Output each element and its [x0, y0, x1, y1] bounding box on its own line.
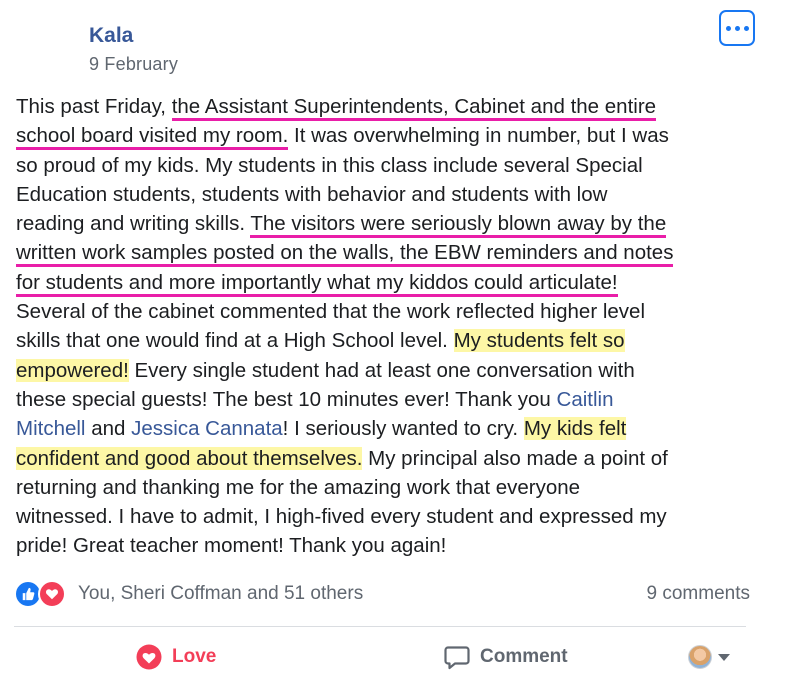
text-segment: Every single student had at least one co… — [128, 358, 635, 382]
more-options-icon-dot — [734, 25, 740, 31]
text-segment: My principal also made a point of — [362, 446, 668, 470]
post-line: Several of the cabinet commented that th… — [16, 297, 756, 326]
text-segment: witnessed. I have to admit, I high-fived… — [16, 505, 667, 529]
more-options-icon-dot — [743, 25, 749, 31]
post-date[interactable]: 9 February — [89, 54, 178, 75]
text-segment: and — [85, 417, 132, 441]
post-line: returning and thanking me for the amazin… — [16, 473, 756, 502]
post-line: school board visited my room. It was ove… — [16, 121, 756, 151]
text-segment: This past Friday, — [16, 95, 172, 118]
text-segment: returning and thanking me for the amazin… — [16, 475, 581, 499]
text-segment: It was overwhelming in number, but I was — [288, 124, 669, 148]
text-segment: Several of the cabinet commented that th… — [16, 300, 646, 324]
underlined-text: for students and more importantly what m… — [16, 270, 618, 297]
love-label: Love — [172, 646, 217, 667]
post-line: confident and good about themselves. My … — [16, 444, 756, 473]
text-segment: ! I seriously wanted to cry. — [282, 417, 524, 441]
comments-count[interactable]: 9 comments — [647, 583, 750, 605]
post-line: these special guests! The best 10 minute… — [16, 385, 756, 414]
mention-jessica-cannata[interactable]: Jessica Cannata — [131, 417, 283, 440]
avatar — [688, 645, 712, 669]
underlined-text: The visitors were seriously blown away b… — [250, 212, 667, 239]
author-name[interactable]: Kala — [89, 24, 133, 48]
post-header: Kala 9 February — [0, 0, 788, 90]
more-options-button[interactable] — [719, 10, 755, 46]
comment-icon — [444, 646, 470, 670]
post-line: reading and writing skills. The visitors… — [16, 209, 756, 239]
mention-caitlin-mitchell[interactable]: Caitlin — [557, 388, 614, 411]
text-segment: reading and writing skills. — [16, 212, 251, 236]
comment-label: Comment — [480, 646, 568, 667]
action-divider — [14, 626, 746, 627]
underlined-text: school board visited my room. — [16, 124, 289, 151]
post-line: so proud of my kids. My students in this… — [16, 151, 756, 180]
highlighted-text: confident and good about themselves. — [16, 446, 363, 470]
post-line: witnessed. I have to admit, I high-fived… — [16, 502, 756, 531]
mention-caitlin-mitchell[interactable]: Mitchell — [16, 417, 86, 440]
reactions-bar: You, Sheri Coffman and 51 others 9 comme… — [14, 578, 750, 610]
love-button[interactable]: Love — [136, 644, 216, 670]
reaction-icons[interactable] — [14, 580, 74, 608]
post-line: empowered! Every single student had at l… — [16, 356, 756, 385]
highlighted-text: My students felt so — [453, 329, 625, 353]
post-line: for students and more importantly what m… — [16, 268, 756, 297]
underlined-text: written work samples posted on the walls… — [16, 241, 674, 268]
reaction-summary[interactable]: You, Sheri Coffman and 51 others — [78, 583, 363, 605]
more-options-icon — [725, 25, 731, 31]
post-line: This past Friday, the Assistant Superint… — [16, 92, 756, 121]
highlighted-text: My kids felt — [523, 417, 627, 441]
highlighted-text: empowered! — [16, 358, 129, 382]
text-segment: skills that one would find at a High Sch… — [16, 329, 454, 353]
comment-button[interactable]: Comment — [444, 644, 568, 670]
post-line: Mitchell and Jessica Cannata! I seriousl… — [16, 414, 756, 443]
text-segment: so proud of my kids. My students in this… — [16, 153, 643, 177]
text-segment: these special guests! The best 10 minute… — [16, 387, 557, 411]
post-line: Education students, students with behavi… — [16, 180, 756, 209]
love-icon — [136, 644, 162, 670]
chevron-down-icon — [718, 653, 730, 661]
love-reaction-icon — [38, 580, 66, 608]
audience-selector[interactable] — [688, 645, 730, 669]
action-bar: Love Comment — [0, 636, 788, 680]
post-line: pride! Great teacher moment! Thank you a… — [16, 531, 756, 560]
post-line: written work samples posted on the walls… — [16, 238, 756, 268]
post-body: This past Friday, the Assistant Superint… — [16, 92, 756, 561]
text-segment: pride! Great teacher moment! Thank you a… — [16, 534, 447, 558]
text-segment: Education students, students with behavi… — [16, 182, 608, 206]
post-line: skills that one would find at a High Sch… — [16, 326, 756, 355]
underlined-text: the Assistant Superintendents, Cabinet a… — [171, 95, 657, 121]
